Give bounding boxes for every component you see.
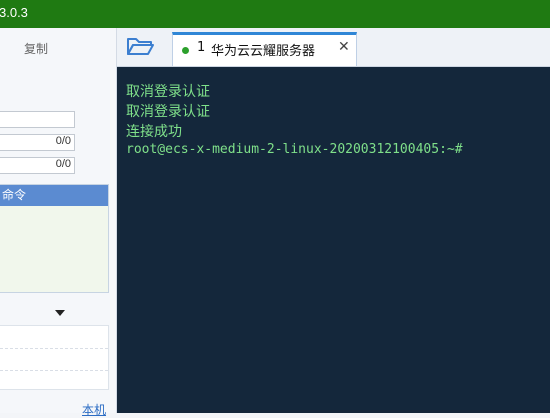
- left-panel: 复制 0/0 0/0 命令 本机: [0, 28, 117, 417]
- app-version: 3.0.3: [0, 5, 28, 20]
- terminal-line: 取消登录认证: [126, 104, 210, 120]
- command-panel[interactable]: 命令: [0, 184, 109, 293]
- transfer-field-download[interactable]: 0/0: [0, 157, 75, 174]
- connected-status-icon: [182, 47, 189, 54]
- dropdown-arrow-icon[interactable]: [55, 310, 65, 316]
- transfer-field-upload[interactable]: 0/0: [0, 134, 75, 151]
- folder-icon[interactable]: [125, 34, 159, 60]
- divider: [0, 370, 108, 371]
- download-count: 0/0: [55, 158, 71, 170]
- shell-prompt: root@ecs-x-medium-2-linux-20200312100405…: [126, 142, 463, 157]
- title-bar: 3.0.3: [0, 0, 550, 28]
- info-field[interactable]: [0, 111, 75, 128]
- close-icon[interactable]: ✕: [338, 39, 350, 55]
- upload-count: 0/0: [55, 135, 71, 147]
- lower-list-panel[interactable]: [0, 325, 109, 390]
- session-tab-bar: 1 华为云云耀服务器 ✕: [117, 28, 550, 67]
- local-machine-link[interactable]: 本机: [82, 401, 106, 418]
- command-panel-header: 命令: [0, 185, 108, 206]
- tab-label: 华为云云耀服务器: [211, 44, 316, 59]
- divider: [0, 348, 108, 349]
- copy-button[interactable]: 复制: [24, 40, 48, 57]
- tab-number: 1: [197, 40, 206, 55]
- terminal-line: 连接成功: [126, 124, 182, 140]
- terminal-line: 取消登录认证: [126, 84, 210, 100]
- session-tab[interactable]: 1 华为云云耀服务器 ✕: [172, 32, 357, 66]
- terminal-output[interactable]: 取消登录认证 取消登录认证 连接成功 root@ecs-x-medium-2-l…: [117, 67, 550, 413]
